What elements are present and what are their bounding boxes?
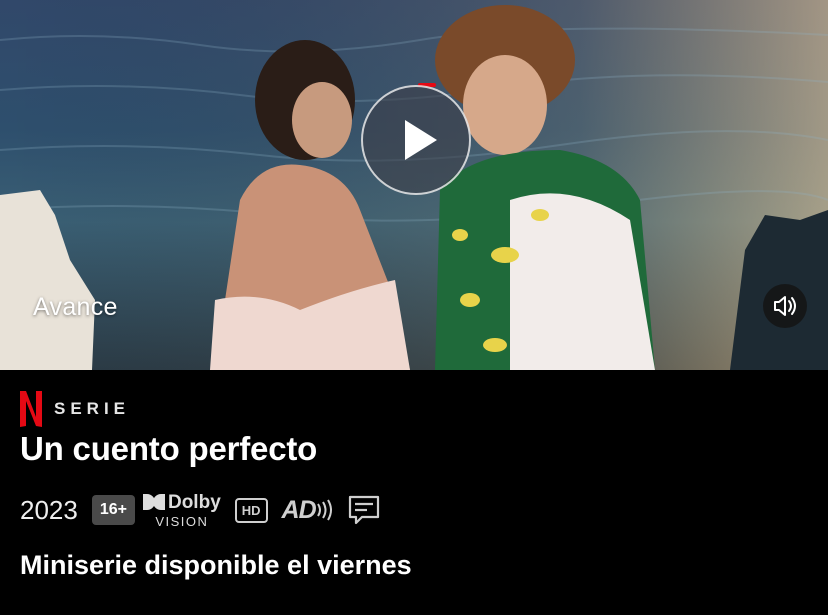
audio-description-label: AD: [281, 495, 317, 524]
metadata-row: 2023 16+ Dolby VISION HD AD: [20, 490, 380, 530]
hd-badge: HD: [234, 497, 268, 523]
age-rating-badge: 16+: [91, 495, 135, 525]
play-button[interactable]: [361, 85, 471, 195]
content-type-label: SERIE: [54, 399, 131, 418]
dolby-vision-label: VISION: [155, 513, 209, 529]
release-year: 2023: [20, 494, 78, 525]
speaker-icon: [774, 296, 796, 316]
audio-description-badge: AD: [282, 496, 334, 525]
play-icon: [405, 120, 437, 160]
dolby-brand: Dolby: [167, 491, 221, 513]
audio-waves-icon: [316, 499, 332, 521]
title: Un cuento perfecto: [20, 430, 318, 467]
dolby-double-d-icon: [142, 494, 165, 510]
subtitles-badge: [348, 495, 380, 525]
netflix-logo-icon: [20, 391, 42, 427]
dolby-vision-badge: Dolby VISION: [142, 491, 221, 529]
sound-toggle-button[interactable]: [763, 284, 807, 328]
subtitles-icon: [348, 495, 379, 525]
preview-label: Avance: [33, 293, 118, 321]
hero-preview[interactable]: Avance: [0, 0, 828, 370]
availability-notice: Miniserie disponible el viernes: [20, 550, 412, 580]
title-info-panel: SERIE Un cuento perfecto 2023 16+ Dolby …: [0, 370, 828, 615]
content-type-row: SERIE: [20, 391, 130, 427]
